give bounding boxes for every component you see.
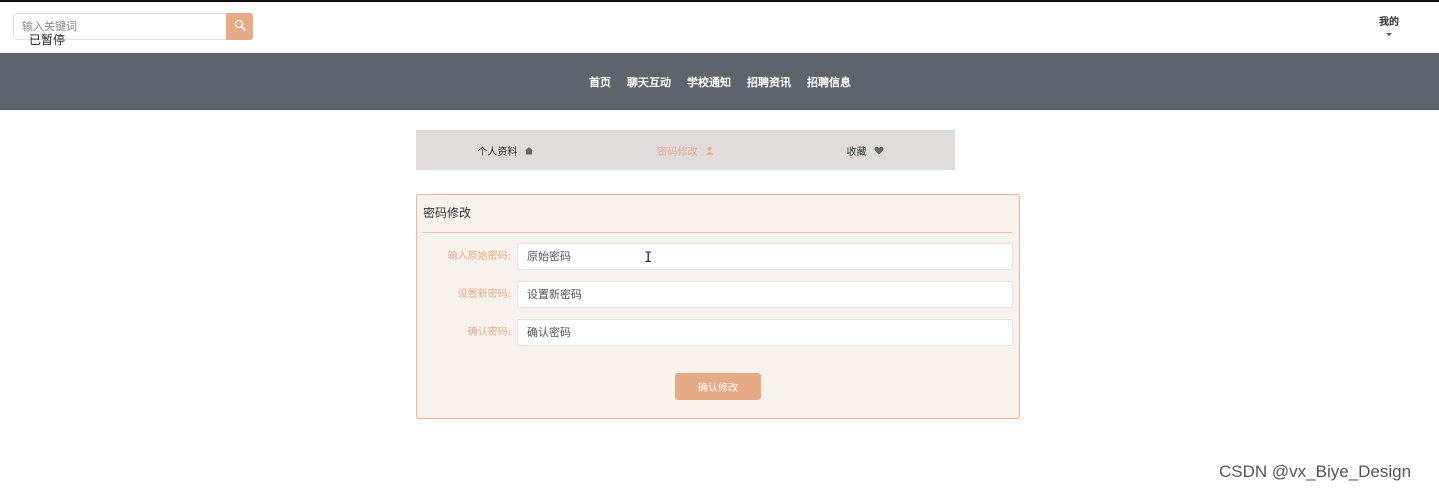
nav-item-chat[interactable]: 聊天互动 [627,74,671,90]
password-panel: 密码修改 输入原始密码: 设置新密码: 确认密码: 确认修改 [416,194,1020,419]
mine-label: 我的 [1379,17,1399,28]
tab-favorites[interactable]: 收藏 [775,130,955,170]
watermark: CSDN @vx_Biye_Design [1219,462,1412,481]
search-button[interactable] [226,13,253,40]
nav-item-job-news[interactable]: 招聘资讯 [747,74,791,90]
tab-label: 密码修改 [657,146,698,158]
old-password-label: 输入原始密码: [447,251,511,262]
tab-profile[interactable]: 个人资料 [416,130,596,170]
text-cursor-icon: I [644,250,653,266]
nav-item-home[interactable]: 首页 [589,74,611,90]
home-icon [524,146,534,155]
tab-password[interactable]: 密码修改 [596,130,776,170]
panel-divider [423,232,1012,233]
confirm-password-label: 确认密码: [467,327,511,338]
panel-title: 密码修改 [423,206,472,220]
tab-label: 个人资料 [477,146,518,158]
profile-tabs: 个人资料 密码修改 收藏 [416,130,955,170]
nav-item-school-notice[interactable]: 学校通知 [687,74,731,90]
paused-overlay-text: 已暂停 [29,33,66,47]
old-password-input[interactable] [517,243,1013,270]
caret-down-icon [1386,33,1392,36]
window-top-border [0,0,1439,2]
user-icon [705,146,714,155]
heart-icon [874,146,884,155]
new-password-input[interactable] [517,281,1013,308]
confirm-password-input[interactable] [517,319,1013,346]
mine-dropdown[interactable]: 我的 [1378,13,1400,36]
confirm-change-button[interactable]: 确认修改 [675,373,761,400]
new-password-label: 设置新密码: [457,289,511,300]
main-nav: 首页 聊天互动 学校通知 招聘资讯 招聘信息 [0,53,1439,110]
tab-label: 收藏 [846,146,867,158]
nav-item-job-info[interactable]: 招聘信息 [807,74,851,90]
search-icon [234,19,246,34]
